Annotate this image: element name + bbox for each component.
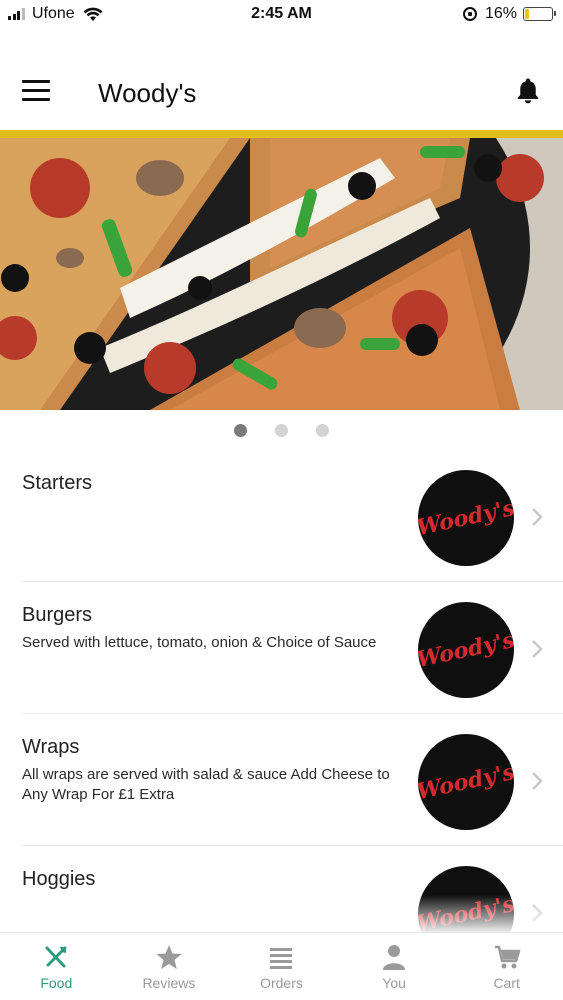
svg-text:Woody's: Woody's xyxy=(418,627,514,673)
menu-icon[interactable] xyxy=(22,80,50,102)
svg-text:Woody's: Woody's xyxy=(418,891,514,932)
cart-icon xyxy=(494,945,520,969)
pizza-image xyxy=(0,138,563,410)
category-title: Wraps xyxy=(22,736,80,758)
tab-you[interactable]: You xyxy=(338,933,451,1000)
category-description: All wraps are served with salad & sauce … xyxy=(22,766,390,803)
carousel-dot[interactable] xyxy=(316,424,330,437)
category-description: Served with lettuce, tomato, onion & Cho… xyxy=(22,634,377,651)
svg-text:Woody's: Woody's xyxy=(418,495,514,541)
carousel-dots xyxy=(0,424,563,442)
header-accent-bar xyxy=(0,130,563,138)
tab-label: You xyxy=(382,975,406,991)
tab-label: Reviews xyxy=(142,975,196,991)
woodys-logo: Woody's xyxy=(418,734,514,830)
category-title: Hoggies xyxy=(22,868,96,890)
fork-knife-icon xyxy=(45,946,67,968)
woodys-logo: Woody's xyxy=(418,470,514,566)
status-bar: Ufone 2:45 AM 16% xyxy=(0,0,563,30)
tab-label: Food xyxy=(40,975,73,991)
bell-icon[interactable] xyxy=(513,76,543,106)
chevron-right-icon xyxy=(532,508,543,526)
tab-label: Cart xyxy=(493,975,520,991)
app-header: Woody's xyxy=(0,50,563,130)
tab-label: Orders xyxy=(260,975,303,991)
svg-text:Woody's: Woody's xyxy=(418,759,514,805)
category-list: Starters Woody's Burgers Served with let… xyxy=(0,450,563,932)
tab-food[interactable]: Food xyxy=(0,933,113,1000)
category-row-wraps[interactable]: Wraps All wraps are served with salad & … xyxy=(22,714,563,846)
status-right: 16% xyxy=(462,5,556,23)
carousel-image[interactable] xyxy=(0,138,563,410)
category-row-burgers[interactable]: Burgers Served with lettuce, tomato, oni… xyxy=(22,582,563,714)
chevron-right-icon xyxy=(532,772,543,790)
tab-orders[interactable]: Orders xyxy=(225,933,338,1000)
category-title: Burgers xyxy=(22,604,93,626)
person-icon xyxy=(383,945,406,970)
carousel-dot[interactable] xyxy=(275,424,288,437)
tab-reviews[interactable]: Reviews xyxy=(113,933,226,1000)
star-icon xyxy=(156,945,182,969)
chevron-right-icon xyxy=(532,640,543,658)
bottom-tab-bar: Food Reviews Orders You Cart xyxy=(0,932,563,1000)
list-icon xyxy=(270,948,293,969)
category-title: Starters xyxy=(22,472,93,494)
category-row-hoggies[interactable]: Hoggies Woody's xyxy=(22,846,563,932)
woodys-logo: Woody's xyxy=(418,866,514,932)
chevron-right-icon xyxy=(532,904,543,922)
rotation-lock-icon xyxy=(462,7,477,21)
tab-cart[interactable]: Cart xyxy=(450,933,563,1000)
category-row-starters[interactable]: Starters Woody's xyxy=(22,450,563,582)
battery-icon xyxy=(523,7,556,21)
woodys-logo: Woody's xyxy=(418,602,514,698)
battery-percent: 16% xyxy=(484,5,517,22)
carousel-dot[interactable] xyxy=(233,424,247,437)
page-title: Woody's xyxy=(98,78,197,108)
